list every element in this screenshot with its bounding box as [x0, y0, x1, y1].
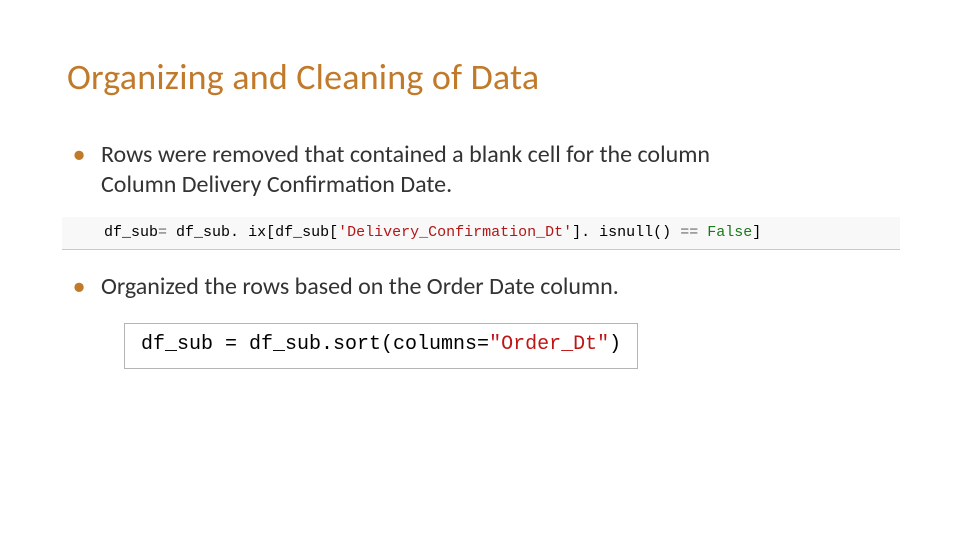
code-snippet-1: df_sub= df_sub. ix[df_sub['Delivery_Conf… [62, 217, 900, 250]
code-snippet-2: df_sub = df_sub.sort(columns="Order_Dt") [124, 323, 638, 369]
code-token-string: "Order_Dt" [489, 333, 609, 356]
code-line: df_sub= df_sub. ix[df_sub['Delivery_Conf… [62, 217, 900, 250]
list-item: ● Rows were removed that contained a bla… [73, 140, 893, 200]
code-token-eq: == [680, 224, 698, 241]
code-token-bool: False [707, 224, 752, 241]
bullet-2: ● Organized the rows based on the Order … [73, 272, 893, 308]
code-token: ix[df_sub[ [239, 224, 338, 241]
bullet-icon: ● [73, 140, 91, 170]
bullet-1-line-1: Rows were removed that contained a blank… [101, 140, 710, 169]
slide-title: Organizing and Cleaning of Data [67, 55, 539, 99]
code-token: ] [572, 224, 581, 241]
bullet-text: Rows were removed that contained a blank… [91, 140, 893, 200]
code-line: df_sub = df_sub.sort(columns="Order_Dt") [124, 323, 638, 369]
slide: Organizing and Cleaning of Data ● Rows w… [0, 0, 960, 540]
bullet-text: Organized the rows based on the Order Da… [91, 272, 893, 302]
code-token-dot: . [230, 224, 239, 241]
code-token-string: 'Delivery_Confirmation_Dt' [338, 224, 572, 241]
bullet-1: ● Rows were removed that contained a bla… [73, 140, 893, 206]
code-token: df_sub [104, 224, 158, 241]
code-token: ) [609, 333, 621, 356]
bullet-1-line-2: Column Delivery Confirmation Date. [101, 170, 893, 200]
code-token: isnull() [590, 224, 680, 241]
code-token-dot: . [581, 224, 590, 241]
bullet-icon: ● [73, 272, 91, 302]
code-token: ] [752, 224, 761, 241]
code-token: df_sub = df_sub.sort(columns= [141, 333, 489, 356]
code-token: df_sub [167, 224, 230, 241]
code-token [698, 224, 707, 241]
list-item: ● Organized the rows based on the Order … [73, 272, 893, 302]
code-token-eq: = [158, 224, 167, 241]
